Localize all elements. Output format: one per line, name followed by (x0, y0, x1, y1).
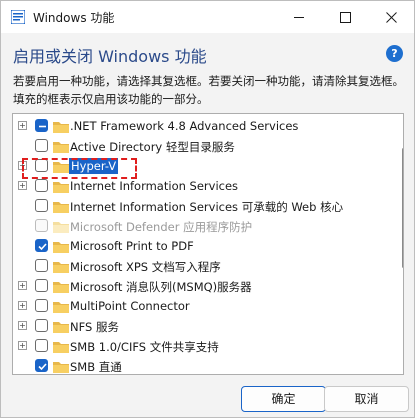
expand-icon[interactable]: + (18, 181, 27, 190)
folder-icon (53, 302, 69, 313)
expand-icon[interactable]: + (18, 301, 27, 310)
feature-label: .NET Framework 4.8 Advanced Services (70, 119, 299, 133)
feature-checkbox[interactable] (35, 199, 48, 212)
folder-icon (53, 182, 69, 193)
ok-button[interactable]: 确定 (241, 386, 326, 412)
window-title: Windows 功能 (33, 11, 115, 25)
feature-checkbox[interactable] (35, 179, 48, 192)
folder-icon (53, 342, 69, 353)
feature-label: Microsoft Defender 应用程序防护 (70, 220, 253, 234)
cancel-button[interactable]: 取消 (324, 386, 409, 412)
feature-row[interactable]: + SMB 1.0/CIFS 文件共享支持 (13, 336, 383, 356)
feature-checkbox[interactable] (35, 299, 48, 312)
expand-icon[interactable]: + (18, 281, 27, 290)
feature-checkbox[interactable] (35, 119, 48, 132)
expand-icon[interactable]: + (18, 341, 27, 350)
feature-row[interactable]: + NFS 服务 (13, 316, 383, 336)
folder-icon (53, 322, 69, 333)
folder-icon (53, 222, 69, 233)
feature-checkbox (35, 219, 48, 232)
highlight-annotation (22, 158, 137, 179)
feature-label: Active Directory 轻型目录服务 (70, 140, 235, 154)
partial-icon (39, 125, 46, 128)
scrollbar[interactable] (402, 118, 403, 374)
expand-icon[interactable]: + (18, 121, 27, 130)
minimize-icon (293, 16, 304, 18)
feature-row[interactable]: Microsoft Defender 应用程序防护 (13, 216, 383, 236)
scroll-thumb[interactable] (402, 148, 403, 268)
feature-checkbox[interactable] (35, 359, 48, 372)
check-icon (38, 363, 47, 371)
feature-row[interactable]: Internet Information Services 可承载的 Web 核… (13, 196, 383, 216)
feature-label: Internet Information Services (70, 179, 239, 193)
folder-icon (53, 262, 69, 273)
feature-checkbox[interactable] (35, 239, 48, 252)
feature-label: Microsoft XPS 文档写入程序 (70, 260, 221, 274)
feature-label: Microsoft Print to PDF (70, 239, 194, 253)
feature-label: NFS 服务 (70, 320, 119, 334)
folder-icon (53, 362, 69, 373)
feature-label: Internet Information Services 可承载的 Web 核… (70, 200, 344, 214)
feature-label: Microsoft 消息队列(MSMQ)服务器 (70, 280, 252, 294)
feature-row[interactable]: + .NET Framework 4.8 Advanced Services (13, 116, 383, 136)
feature-row[interactable]: + Internet Information Services (13, 176, 383, 196)
feature-row[interactable]: + MultiPoint Connector (13, 296, 383, 316)
feature-row[interactable]: Microsoft Print to PDF (13, 236, 383, 256)
windows-features-dialog: Windows 功能 启用或关闭 Windows 功能 ? 若要启用一种功能，请… (0, 0, 415, 418)
dialog-content: 启用或关闭 Windows 功能 ? 若要启用一种功能，请选择其复选框。若要关闭… (1, 33, 414, 417)
instructions-text: 若要启用一种功能，请选择其复选框。若要关闭一种功能，请清除其复选框。填充的框表示… (13, 74, 404, 106)
maximize-button[interactable] (322, 1, 368, 33)
title-bar: Windows 功能 (1, 1, 414, 33)
close-button[interactable] (368, 1, 414, 33)
feature-checkbox[interactable] (35, 259, 48, 272)
features-tree[interactable]: + .NET Framework 4.8 Advanced Services Act… (12, 113, 404, 375)
feature-checkbox[interactable] (35, 319, 48, 332)
folder-icon (53, 202, 69, 213)
feature-label: SMB 1.0/CIFS 文件共享支持 (70, 340, 219, 354)
feature-checkbox[interactable] (35, 339, 48, 352)
close-icon (385, 11, 397, 23)
feature-checkbox[interactable] (35, 279, 48, 292)
minimize-button[interactable] (276, 1, 322, 33)
feature-row[interactable]: + Microsoft 消息队列(MSMQ)服务器 (13, 276, 383, 296)
folder-icon (53, 122, 69, 133)
feature-checkbox[interactable] (35, 139, 48, 152)
feature-label: MultiPoint Connector (70, 299, 190, 313)
page-title: 启用或关闭 Windows 功能 (13, 47, 207, 66)
folder-icon (53, 282, 69, 293)
maximize-icon (339, 11, 351, 23)
check-icon (38, 243, 47, 251)
help-icon[interactable]: ? (386, 45, 403, 62)
folder-icon (53, 242, 69, 253)
feature-row[interactable]: SMB 直通 (13, 356, 383, 374)
feature-row[interactable]: Microsoft XPS 文档写入程序 (13, 256, 383, 276)
feature-row[interactable]: Active Directory 轻型目录服务 (13, 136, 383, 156)
folder-icon (53, 142, 69, 153)
app-icon (11, 10, 25, 24)
feature-label: SMB 直通 (70, 360, 122, 374)
expand-icon[interactable]: + (18, 321, 27, 330)
